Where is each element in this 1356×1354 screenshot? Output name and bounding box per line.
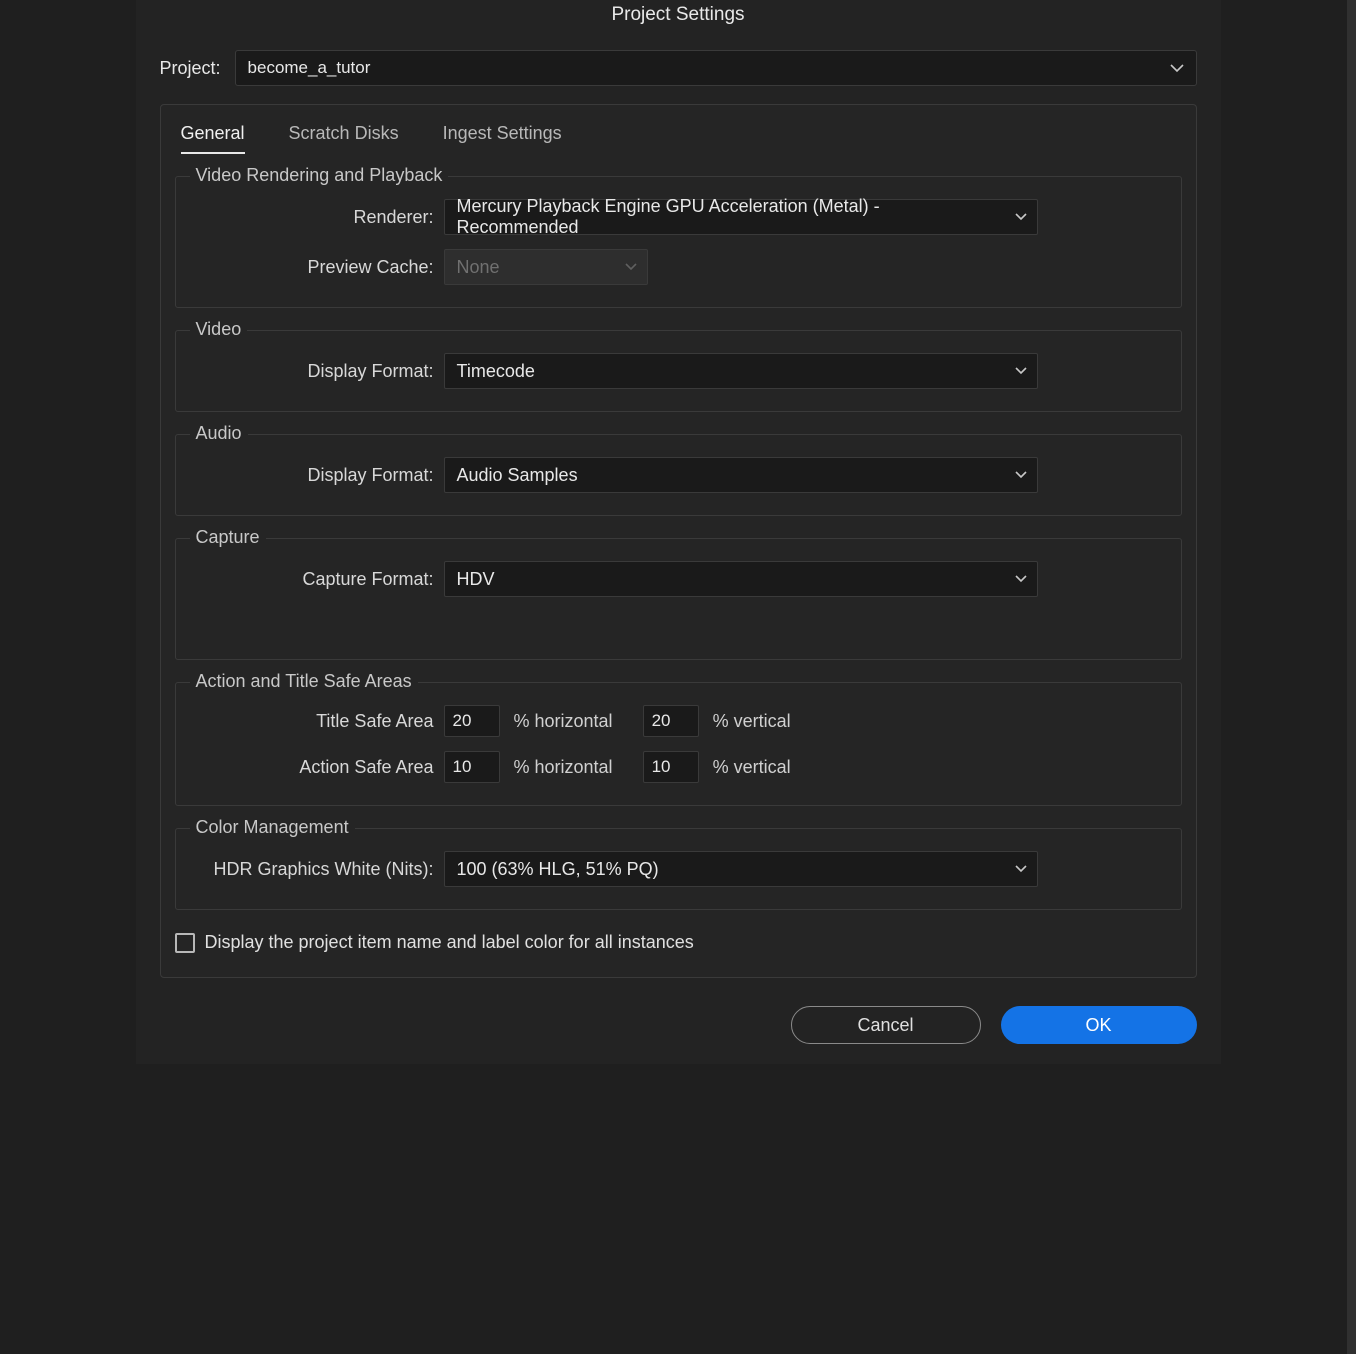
video-fieldset: Video Display Format: Timecode — [175, 330, 1182, 412]
chevron-down-icon — [625, 263, 637, 271]
pct-horizontal-label: % horizontal — [500, 757, 643, 778]
chevron-down-icon — [1015, 367, 1027, 375]
display-item-name-row: Display the project item name and label … — [175, 932, 1182, 953]
video-display-format-value: Timecode — [457, 361, 535, 382]
safe-areas-fieldset: Action and Title Safe Areas Title Safe A… — [175, 682, 1182, 806]
chevron-down-icon — [1015, 865, 1027, 873]
settings-panel: General Scratch Disks Ingest Settings Vi… — [160, 104, 1197, 978]
action-safe-label: Action Safe Area — [190, 757, 444, 778]
tab-bar: General Scratch Disks Ingest Settings — [161, 105, 1196, 154]
capture-fieldset: Capture Capture Format: HDV — [175, 538, 1182, 660]
chevron-down-icon — [1170, 63, 1184, 73]
right-edge-strip — [1347, 0, 1356, 1354]
pct-vertical-label: % vertical — [699, 711, 821, 732]
hdr-graphics-white-label: HDR Graphics White (Nits): — [190, 859, 444, 880]
color-management-fieldset: Color Management HDR Graphics White (Nit… — [175, 828, 1182, 910]
safe-areas-legend: Action and Title Safe Areas — [190, 671, 418, 692]
hdr-graphics-white-select[interactable]: 100 (63% HLG, 51% PQ) — [444, 851, 1038, 887]
project-label: Project: — [160, 58, 221, 79]
title-safe-horizontal-input[interactable]: 20 — [444, 705, 500, 737]
capture-format-label: Capture Format: — [190, 569, 444, 590]
preview-cache-select: None — [444, 249, 648, 285]
chevron-down-icon — [1015, 575, 1027, 583]
color-management-legend: Color Management — [190, 817, 355, 838]
action-safe-vertical-input[interactable]: 10 — [643, 751, 699, 783]
audio-display-format-select[interactable]: Audio Samples — [444, 457, 1038, 493]
scrollbar[interactable] — [1347, 520, 1356, 820]
renderer-select[interactable]: Mercury Playback Engine GPU Acceleration… — [444, 199, 1038, 235]
pct-horizontal-label: % horizontal — [500, 711, 643, 732]
renderer-label: Renderer: — [190, 207, 444, 228]
title-safe-label: Title Safe Area — [190, 711, 444, 732]
project-select[interactable]: become_a_tutor — [235, 50, 1197, 86]
project-row: Project: become_a_tutor — [136, 38, 1221, 104]
audio-display-format-value: Audio Samples — [457, 465, 578, 486]
capture-format-value: HDV — [457, 569, 495, 590]
video-rendering-legend: Video Rendering and Playback — [190, 165, 449, 186]
dialog-footer: Cancel OK — [136, 978, 1221, 1064]
chevron-down-icon — [1015, 213, 1027, 221]
video-rendering-fieldset: Video Rendering and Playback Renderer: M… — [175, 176, 1182, 308]
preview-cache-label: Preview Cache: — [190, 257, 444, 278]
dialog-title: Project Settings — [136, 0, 1221, 38]
display-item-name-label: Display the project item name and label … — [205, 932, 694, 953]
capture-legend: Capture — [190, 527, 266, 548]
hdr-graphics-white-value: 100 (63% HLG, 51% PQ) — [457, 859, 659, 880]
audio-fieldset: Audio Display Format: Audio Samples — [175, 434, 1182, 516]
chevron-down-icon — [1015, 471, 1027, 479]
video-legend: Video — [190, 319, 248, 340]
video-display-format-label: Display Format: — [190, 361, 444, 382]
tab-general[interactable]: General — [181, 123, 245, 154]
audio-legend: Audio — [190, 423, 248, 444]
video-display-format-select[interactable]: Timecode — [444, 353, 1038, 389]
ok-button[interactable]: OK — [1001, 1006, 1197, 1044]
project-select-value: become_a_tutor — [248, 58, 371, 78]
pct-vertical-label: % vertical — [699, 757, 821, 778]
title-safe-vertical-input[interactable]: 20 — [643, 705, 699, 737]
project-settings-dialog: Project Settings Project: become_a_tutor… — [136, 0, 1221, 1064]
audio-display-format-label: Display Format: — [190, 465, 444, 486]
tab-scratch-disks[interactable]: Scratch Disks — [289, 123, 399, 154]
cancel-button[interactable]: Cancel — [791, 1006, 981, 1044]
preview-cache-value: None — [457, 257, 500, 278]
display-item-name-checkbox[interactable] — [175, 933, 195, 953]
capture-format-select[interactable]: HDV — [444, 561, 1038, 597]
renderer-select-value: Mercury Playback Engine GPU Acceleration… — [457, 196, 1001, 238]
tab-ingest-settings[interactable]: Ingest Settings — [443, 123, 562, 154]
action-safe-horizontal-input[interactable]: 10 — [444, 751, 500, 783]
